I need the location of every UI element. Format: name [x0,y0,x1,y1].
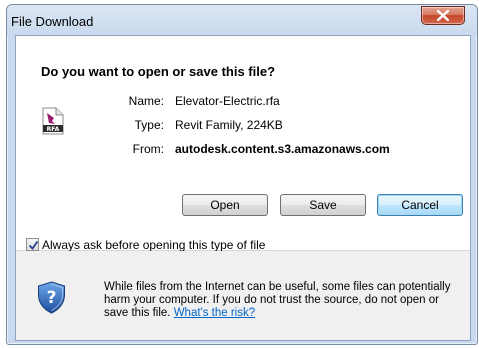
svg-text:?: ? [47,288,57,308]
file-info-panel: Do you want to open or save this file? R… [16,36,470,252]
always-ask-label[interactable]: Always ask before opening this type of f… [42,238,265,252]
name-label: Name: [128,94,164,108]
always-ask-checkbox[interactable] [26,238,39,251]
window-title: File Download [11,14,94,29]
close-button[interactable] [421,6,465,25]
rfa-file-icon: RFA [42,107,64,135]
security-warning-panel: ? While files from the Internet can be u… [16,251,470,340]
open-button[interactable]: Open [182,194,268,216]
name-value: Elevator-Electric.rfa [175,94,280,108]
from-value: autodesk.content.s3.amazonaws.com [175,142,390,156]
file-download-dialog: File Download Do you want to open or sav… [6,4,478,345]
dialog-body: Do you want to open or save this file? R… [15,35,471,341]
warning-text-block: While files from the Internet can be use… [104,281,464,320]
file-icon-label: RFA [47,126,60,133]
whats-the-risk-link[interactable]: What's the risk? [174,307,255,319]
type-value: Revit Family, 224KB [175,118,283,132]
warning-text: While files from the Internet can be use… [104,281,451,319]
checkmark-icon [28,240,39,250]
cancel-button[interactable]: Cancel [377,194,463,216]
close-icon [437,10,449,21]
dialog-question: Do you want to open or save this file? [41,64,276,79]
from-label: From: [132,142,164,156]
title-bar[interactable]: File Download [7,5,477,35]
save-button[interactable]: Save [280,194,366,216]
type-label: Type: [134,118,164,132]
security-shield-icon: ? [38,281,65,314]
